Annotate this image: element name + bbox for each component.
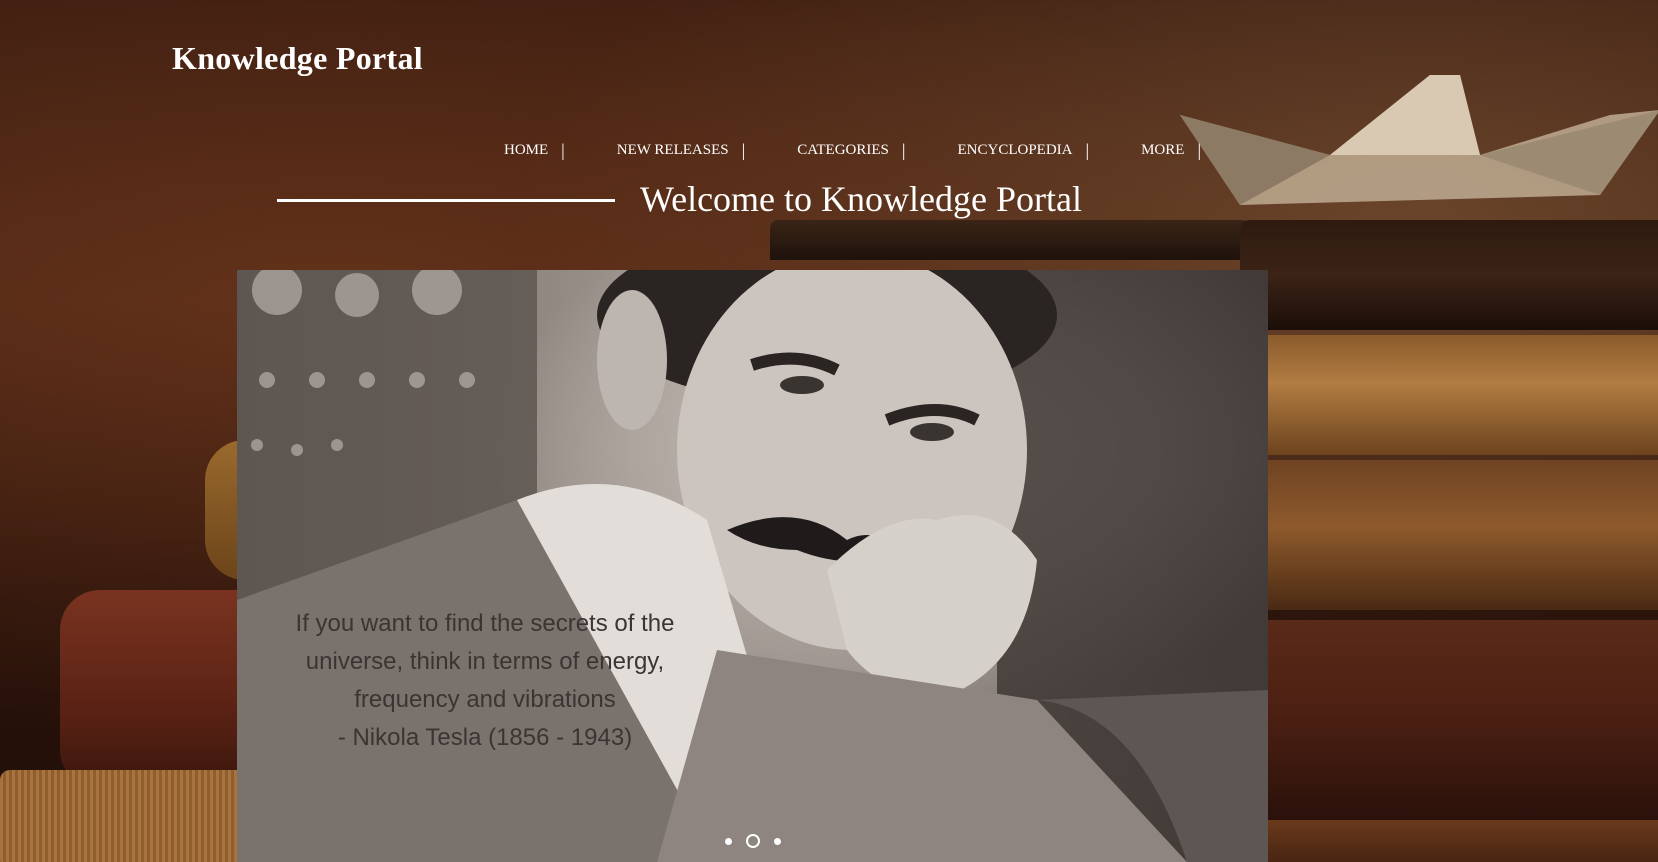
welcome-heading: Welcome to Knowledge Portal <box>640 179 1082 219</box>
background-book <box>1240 335 1658 455</box>
slide-quote: If you want to find the secrets of the u… <box>255 605 715 757</box>
slider-dot[interactable] <box>773 837 781 845</box>
background-book <box>1240 820 1658 862</box>
quote-line: If you want to find the secrets of the <box>295 610 675 637</box>
background-book <box>0 770 260 862</box>
background-book <box>770 220 1250 260</box>
nav-item-label: HOME <box>504 142 549 158</box>
nav-separator: | <box>561 140 565 160</box>
nav-item-more[interactable]: MORE | <box>1141 140 1201 161</box>
image-slider[interactable]: If you want to find the secrets of the u… <box>237 270 1268 862</box>
quote-line: universe, think in terms of energy, <box>305 648 665 675</box>
nav-item-label: ENCYCLOPEDIA <box>957 142 1073 158</box>
background-book <box>60 590 260 790</box>
nav-separator: | <box>1197 140 1202 160</box>
nav-separator: | <box>741 140 746 160</box>
nav-item-categories[interactable]: CATEGORIES | <box>797 140 905 161</box>
slider-dot-active[interactable] <box>745 834 760 848</box>
nav-separator: | <box>901 140 906 160</box>
nav-item-label: CATEGORIES <box>797 142 889 158</box>
background-book <box>1240 460 1658 610</box>
main-nav: HOME | NEW RELEASES | CATEGORIES | ENCYC… <box>504 140 1201 161</box>
site-title[interactable]: Knowledge Portal <box>172 40 423 77</box>
paper-boat-image <box>1180 75 1658 205</box>
nav-item-label: MORE <box>1141 142 1185 158</box>
background-book <box>1240 620 1658 820</box>
welcome-divider <box>277 199 615 202</box>
quote-line: frequency and vibrations <box>354 686 616 713</box>
quote-attribution: - Nikola Tesla (1856 - 1943) <box>337 724 633 751</box>
slider-pagination <box>237 834 1268 848</box>
slide-photo-image <box>237 270 1268 862</box>
nav-item-home[interactable]: HOME | <box>504 140 565 161</box>
background-book <box>1240 220 1658 330</box>
nav-item-new-releases[interactable]: NEW RELEASES | <box>617 140 745 161</box>
nav-item-encyclopedia[interactable]: ENCYCLOPEDIA | <box>957 140 1089 161</box>
slider-dot[interactable] <box>724 837 732 845</box>
nav-separator: | <box>1085 140 1090 160</box>
nav-item-label: NEW RELEASES <box>616 142 729 158</box>
